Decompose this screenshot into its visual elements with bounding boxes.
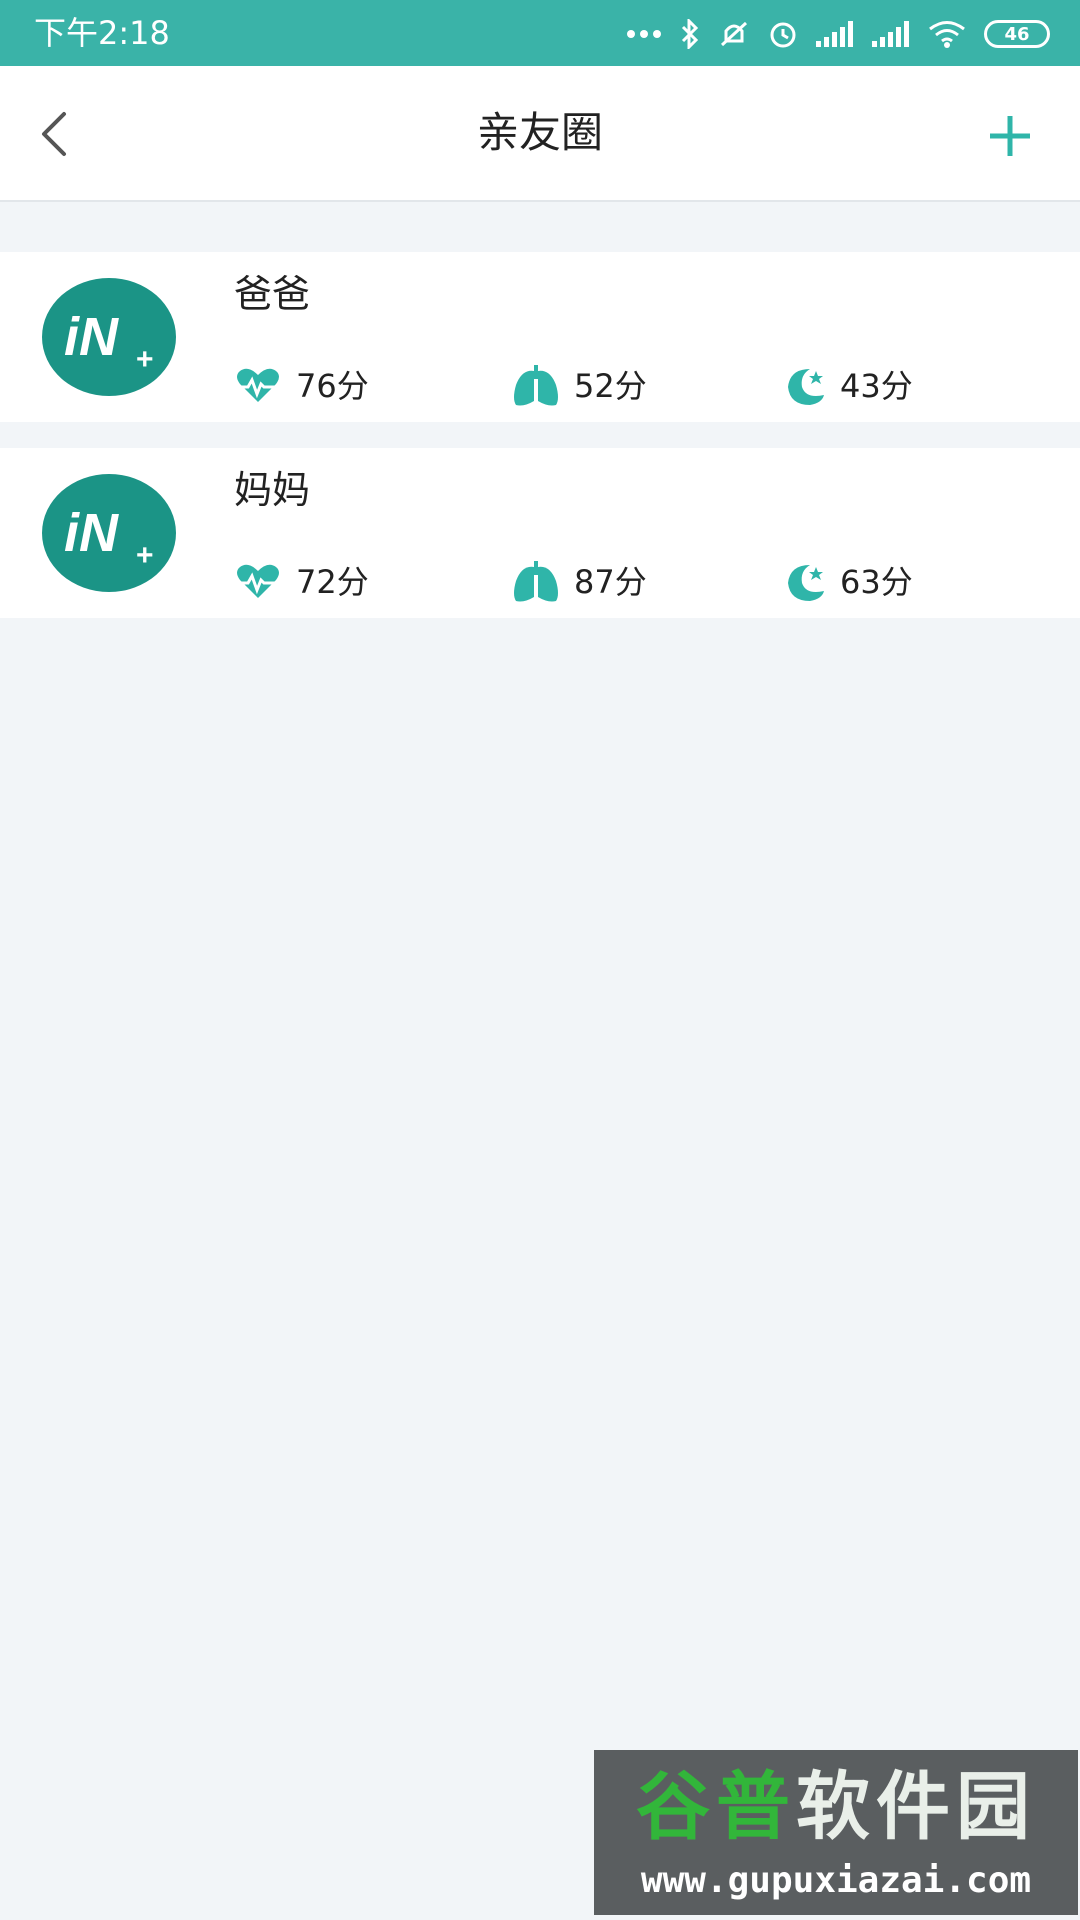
sleep-moon-icon: [788, 369, 824, 405]
mute-icon: [720, 21, 748, 47]
status-bar: 下午2:18 46: [0, 0, 1080, 66]
heart-score: 76分: [296, 367, 369, 405]
watermark: 谷普软件园 www.gupuxiazai.com: [594, 1750, 1078, 1915]
lungs-icon: [514, 365, 558, 406]
member-list: iN + 爸爸 76分 52分 43分 iN + 妈妈 72分 87分 63分: [0, 252, 1080, 644]
heart-rate-icon: [234, 368, 282, 402]
member-name: 爸爸: [234, 272, 311, 316]
sleep-stat: 63分: [784, 558, 913, 606]
heart-stat: 76分: [234, 362, 369, 410]
wifi-icon: [929, 21, 965, 48]
signal-icon: [872, 21, 909, 47]
app-logo-icon: iN +: [64, 503, 154, 572]
plus-icon: [990, 116, 1030, 156]
signal-icon: [816, 21, 853, 47]
page-title: 亲友圈: [476, 108, 603, 157]
svg-text:+: +: [136, 343, 154, 376]
heart-score: 72分: [296, 563, 369, 601]
member-stats: 72分 87分 63分: [234, 558, 1034, 606]
status-time: 下午2:18: [34, 14, 170, 52]
member-name: 妈妈: [234, 468, 311, 512]
sleep-score: 63分: [840, 563, 913, 601]
watermark-url: www.gupuxiazai.com: [640, 1860, 1032, 1901]
avatar: iN +: [42, 278, 176, 396]
svg-text:iN: iN: [64, 503, 119, 563]
lungs-icon: [514, 561, 558, 602]
avatar: iN +: [42, 474, 176, 592]
watermark-title: 谷普软件园: [636, 1764, 1036, 1850]
svg-text:+: +: [136, 539, 154, 572]
heart-rate-icon: [234, 564, 282, 598]
lung-stat: 52分: [512, 362, 647, 410]
member-stats: 76分 52分 43分: [234, 362, 1034, 410]
alarm-icon: [770, 22, 796, 48]
bluetooth-icon: [681, 19, 699, 49]
more-dots-icon: [627, 30, 661, 38]
lung-score: 87分: [574, 563, 647, 601]
member-card-dad[interactable]: iN + 爸爸 76分 52分 43分: [0, 252, 1080, 422]
status-icons: 46: [626, 14, 1050, 54]
sleep-score: 43分: [840, 367, 913, 405]
member-card-mom[interactable]: iN + 妈妈 72分 87分 63分: [0, 448, 1080, 618]
app-logo-icon: iN +: [64, 307, 154, 376]
heart-stat: 72分: [234, 558, 369, 606]
svg-text:iN: iN: [64, 307, 119, 367]
sleep-moon-icon: [788, 565, 824, 601]
add-member-button[interactable]: [980, 106, 1040, 166]
lung-score: 52分: [574, 367, 647, 405]
battery-icon: 46: [984, 20, 1050, 48]
sleep-stat: 43分: [784, 362, 913, 410]
lung-stat: 87分: [512, 558, 647, 606]
header-bar: 亲友圈: [0, 66, 1080, 202]
